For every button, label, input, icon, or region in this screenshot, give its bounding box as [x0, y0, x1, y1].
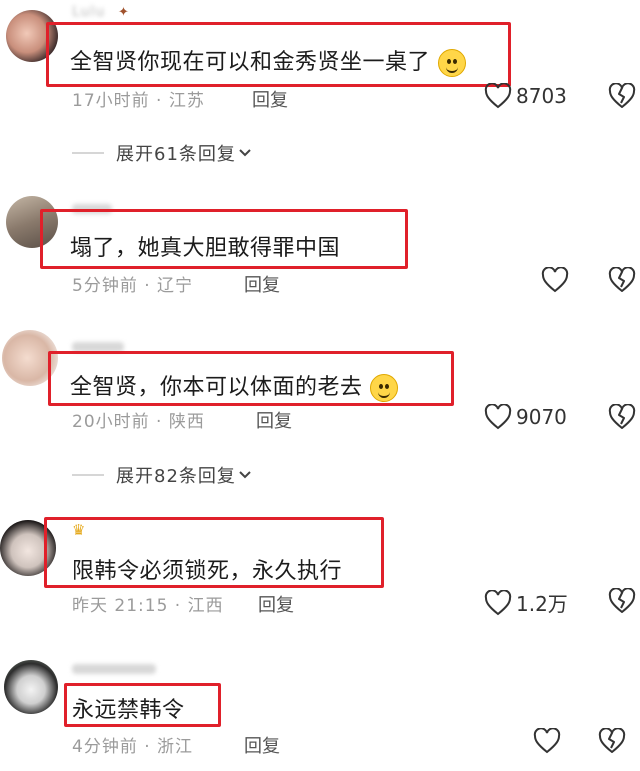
reply-button[interactable]: 回复: [256, 407, 292, 433]
highlight-box: [40, 209, 408, 269]
user-badge-icon: ✦: [118, 5, 129, 20]
like-count: 1.2万: [516, 592, 568, 616]
expand-replies[interactable]: 展开82条回复: [72, 462, 252, 488]
reply-button[interactable]: 回复: [244, 271, 280, 297]
chevron-down-icon: [239, 149, 251, 157]
heart-outline-icon[interactable]: [541, 267, 569, 293]
broken-heart-icon[interactable]: [608, 267, 636, 293]
like-count: 8703: [516, 84, 567, 108]
comment-time-location: 5分钟前 · 辽宁: [72, 276, 194, 296]
like-button[interactable]: 8703: [484, 83, 567, 109]
broken-heart-icon[interactable]: [608, 83, 636, 109]
broken-heart-icon[interactable]: [598, 728, 626, 754]
broken-heart-icon[interactable]: [608, 404, 636, 430]
reply-button[interactable]: 回复: [258, 591, 294, 617]
heart-outline-icon: [484, 589, 512, 615]
highlight-box: [46, 22, 511, 87]
like-button[interactable]: 9070: [484, 404, 567, 430]
heart-outline-icon: [484, 404, 512, 430]
divider: [72, 152, 104, 154]
heart-outline-icon[interactable]: [533, 728, 561, 754]
avatar[interactable]: [4, 660, 58, 714]
reply-button[interactable]: 回复: [244, 732, 280, 758]
expand-label: 展开82条回复: [116, 466, 236, 487]
highlight-box: [48, 351, 454, 406]
broken-heart-icon[interactable]: [608, 588, 636, 614]
comment-time-location: 4分钟前 · 浙江: [72, 737, 194, 757]
username[interactable]: Lulu: [72, 4, 105, 20]
like-button[interactable]: 1.2万: [484, 588, 568, 617]
username-placeholder: [72, 664, 156, 674]
expand-replies[interactable]: 展开61条回复: [72, 140, 252, 166]
comment-time-location: 20小时前 · 陕西: [72, 412, 205, 432]
chevron-down-icon: [239, 471, 251, 479]
expand-label: 展开61条回复: [116, 144, 236, 165]
comment-time-location: 17小时前 · 江苏: [72, 91, 205, 111]
heart-outline-icon: [484, 83, 512, 109]
reply-button[interactable]: 回复: [252, 86, 288, 112]
like-count: 9070: [516, 405, 567, 429]
comment-time-location: 昨天 21:15 · 江西: [72, 596, 224, 616]
highlight-box: [64, 683, 221, 727]
divider: [72, 474, 104, 476]
highlight-box: [44, 517, 384, 588]
